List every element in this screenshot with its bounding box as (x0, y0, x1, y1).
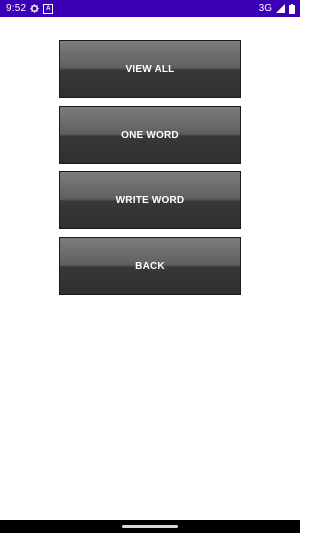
signal-icon (276, 4, 285, 13)
home-gesture-handle[interactable] (122, 525, 178, 528)
status-time: 9:52 (6, 3, 27, 14)
a-notification-icon: A (43, 3, 54, 14)
status-bar: 9:52 A 3G (0, 0, 300, 17)
one-word-label: ONE WORD (121, 129, 179, 141)
main-content: VIEW ALL ONE WORD WRITE WORD BACK (0, 17, 300, 520)
back-label: BACK (135, 260, 165, 272)
status-right: 3G (259, 3, 295, 14)
write-word-label: WRITE WORD (115, 194, 185, 206)
network-type: 3G (258, 3, 272, 14)
write-word-button[interactable]: WRITE WORD (59, 171, 241, 229)
view-all-label: VIEW ALL (125, 63, 175, 75)
back-button[interactable]: BACK (59, 237, 241, 295)
one-word-button[interactable]: ONE WORD (59, 106, 241, 164)
status-left: 9:52 A (6, 3, 54, 14)
settings-gear-icon (30, 4, 39, 13)
battery-icon (289, 3, 295, 14)
view-all-button[interactable]: VIEW ALL (59, 40, 241, 98)
